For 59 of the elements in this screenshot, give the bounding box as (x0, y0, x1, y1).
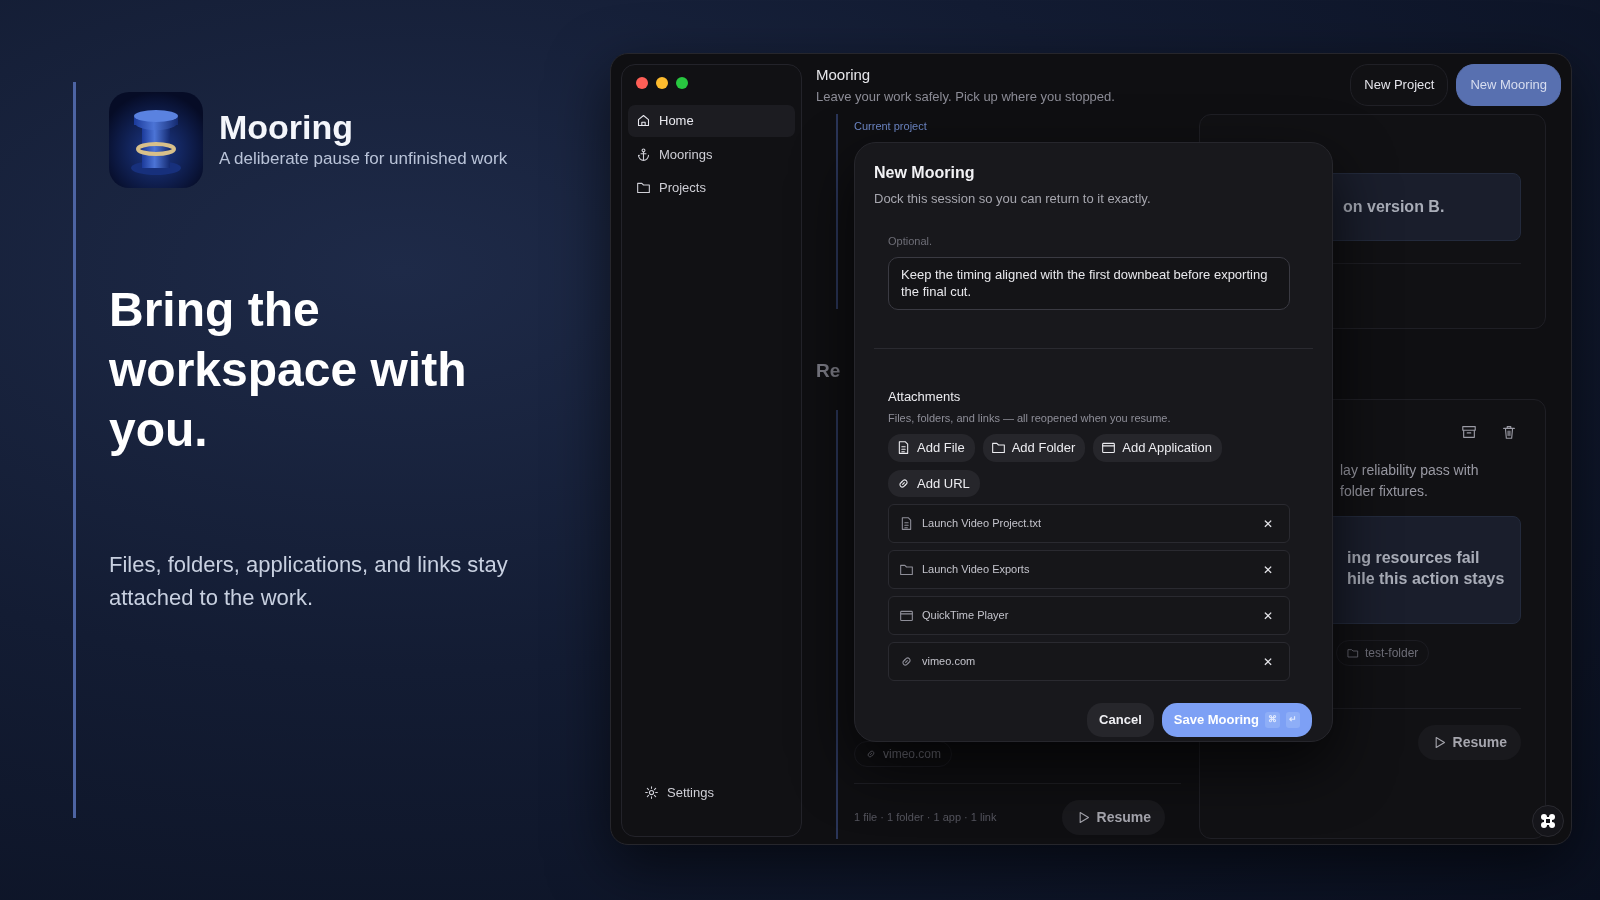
summary-text: 1 file · 1 folder · 1 app · 1 link (854, 810, 997, 826)
app-title: Mooring (219, 108, 355, 146)
card-description: lay reliability pass with folder fixtures. (1339, 461, 1480, 501)
attachment-name: Launch Video Project.txt (922, 516, 1043, 532)
add-button[interactable]: Add File (888, 434, 975, 462)
resume-button[interactable]: Resume (1061, 800, 1165, 835)
link-icon (865, 748, 877, 760)
note-text: on version B. (1343, 197, 1445, 217)
sidebar-item[interactable]: Home (628, 105, 795, 137)
link-icon (899, 654, 914, 669)
minimize-window-button[interactable] (656, 77, 668, 89)
field-label: Optional. (888, 233, 934, 249)
section-heading: Re (816, 359, 842, 383)
page-subtitle: Leave your work safely. Pick up where you stopped. (816, 87, 1115, 106)
home-icon (636, 113, 651, 129)
tagline: A deliberate pause for unfinished work (219, 147, 508, 170)
archive-icon (1461, 424, 1477, 440)
zoom-window-button[interactable] (676, 77, 688, 89)
close-window-button[interactable] (636, 77, 648, 89)
section-hint: Files, folders, and links — all reopened when you resume. (888, 410, 1172, 426)
settings-item[interactable]: Settings (636, 776, 803, 808)
settings-icon (644, 784, 659, 800)
window-icon (1101, 440, 1117, 456)
attachment-name: QuickTime Player (922, 608, 1010, 624)
add-button[interactable]: Add URL (888, 469, 980, 497)
add-button[interactable]: Add Application (1093, 434, 1222, 462)
attachment-name: vimeo.com (922, 654, 977, 670)
header-button[interactable]: New Project (1350, 64, 1449, 106)
window-icon (899, 608, 914, 623)
remove-button[interactable]: ✕ (1257, 652, 1279, 671)
remove-button[interactable]: ✕ (1257, 514, 1279, 533)
section-label: Current project (854, 119, 928, 134)
remove-button[interactable]: ✕ (1257, 606, 1279, 625)
attachment-name: Launch Video Exports (922, 562, 1031, 578)
key-hint: ↵ (1286, 712, 1300, 728)
add-button[interactable]: Add Folder (982, 434, 1086, 462)
sidebar-item[interactable]: Projects (628, 172, 795, 204)
document-icon (899, 516, 914, 531)
folder-icon (1347, 647, 1359, 659)
headline: Bring the workspace with you. (109, 282, 468, 458)
dialog-title: New Mooring (874, 163, 976, 183)
anchor-icon (636, 146, 651, 162)
folder-icon (899, 562, 914, 577)
section-title: Attachments (888, 388, 962, 406)
dialog-subtitle: Dock this session so you can return to it exactly. (874, 190, 1152, 208)
header-button[interactable]: New Mooring (1456, 64, 1561, 106)
trash-icon (1501, 424, 1517, 440)
command-icon (1540, 813, 1556, 829)
description: Files, folders, applications, and links stay attached to the work. (109, 551, 509, 612)
key-hint: ⌘ (1265, 712, 1280, 728)
page-title: Mooring (816, 65, 872, 85)
resume-button[interactable]: Resume (1417, 725, 1521, 760)
folder-icon (636, 180, 651, 196)
remove-button[interactable]: ✕ (1257, 560, 1279, 579)
folder-icon (990, 440, 1006, 456)
document-icon (896, 440, 911, 456)
note-field[interactable]: Keep the timing aligned with the first downbeat before exporting the final cut. (888, 257, 1290, 310)
sidebar-item[interactable]: Moorings (628, 138, 795, 170)
cancel-button[interactable]: Cancel (1087, 703, 1154, 737)
